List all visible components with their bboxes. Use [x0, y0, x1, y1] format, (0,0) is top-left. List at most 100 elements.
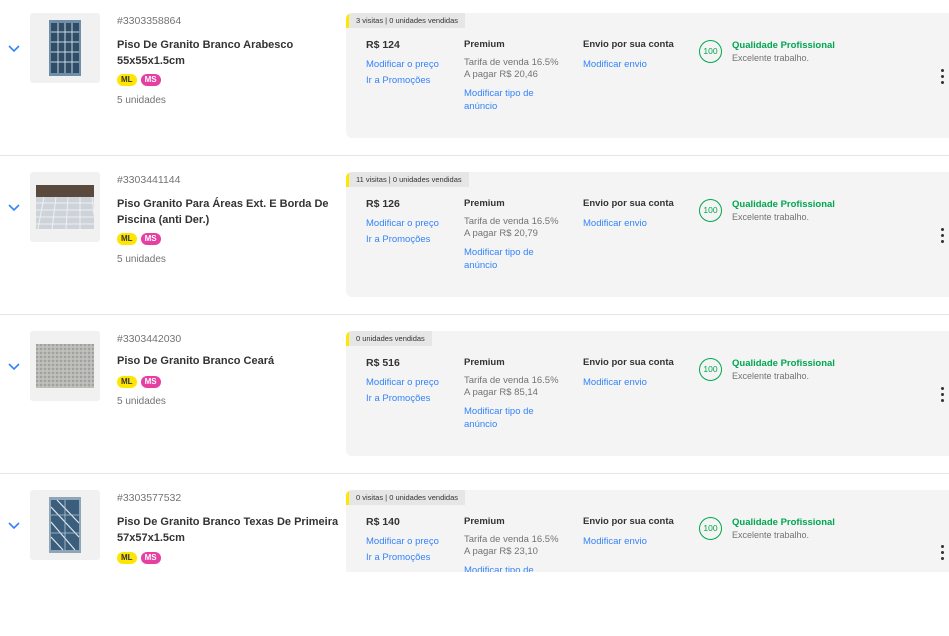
quality-title: Qualidade Profissional: [732, 199, 835, 210]
row-divider: [0, 314, 949, 315]
quality-subtitle: Excelente trabalho.: [732, 53, 810, 63]
listing-row: #3303441144 Piso Granito Para Áreas Ext.…: [0, 159, 949, 318]
listing-sku: #3303577532: [117, 492, 182, 504]
row-divider: [0, 155, 949, 156]
listing-type: Premium: [464, 516, 505, 527]
more-options-icon[interactable]: [936, 387, 948, 405]
listing-title[interactable]: Piso De Granito Branco Ceará: [117, 353, 339, 369]
amount-to-pay: A pagar R$ 85,14: [464, 387, 538, 398]
shipping-label: Envio por sua conta: [583, 198, 674, 209]
listing-row: #3303577532 Piso De Granito Branco Texas…: [0, 477, 949, 636]
listing-details-panel: 0 visitas | 0 unidades vendidas R$ 140 M…: [346, 490, 949, 572]
ml-badge: ML: [117, 74, 137, 86]
promotions-link[interactable]: Ir a Promoções: [366, 233, 430, 246]
shipping-label: Envio por sua conta: [583, 516, 674, 527]
ms-badge: MS: [140, 552, 161, 564]
visits-summary: 0 visitas | 0 unidades vendidas: [346, 490, 466, 505]
product-thumbnail[interactable]: [30, 13, 100, 83]
promotions-link[interactable]: Ir a Promoções: [366, 74, 430, 87]
listing-row: #3303442030 Piso De Granito Branco Ceará…: [0, 318, 949, 477]
stock-units: 5 unidades: [117, 396, 166, 407]
edit-listing-type-link[interactable]: Modificar tipo de anúncio: [464, 87, 559, 113]
stock-units: 5 unidades: [117, 254, 166, 265]
listing-badges: ML MS: [117, 376, 161, 388]
amount-to-pay: A pagar R$ 20,46: [464, 69, 538, 80]
sale-fee: Tarifa de venda 16.5%: [464, 375, 559, 386]
listing-sku: #3303441144: [117, 174, 181, 186]
quality-score: 100: [699, 40, 722, 63]
quality-title: Qualidade Profissional: [732, 40, 835, 51]
stock-units: 5 unidades: [117, 95, 166, 106]
visits-summary: 0 unidades vendidas: [346, 331, 432, 346]
quality-score: 100: [699, 199, 722, 222]
quality-title: Qualidade Profissional: [732, 517, 835, 528]
product-thumbnail[interactable]: [30, 172, 100, 242]
quality-score: 100: [699, 517, 722, 540]
ms-badge: MS: [140, 376, 161, 388]
edit-price-link[interactable]: Modificar o preço: [366, 376, 439, 389]
sale-fee: Tarifa de venda 16.5%: [464, 57, 559, 68]
shipping-label: Envio por sua conta: [583, 39, 674, 50]
edit-listing-type-link[interactable]: Modificar tipo de anúncio: [464, 405, 559, 431]
quality-title: Qualidade Profissional: [732, 358, 835, 369]
quality-subtitle: Excelente trabalho.: [732, 530, 810, 540]
row-divider: [0, 473, 949, 474]
sale-fee: Tarifa de venda 16.5%: [464, 534, 559, 545]
visits-summary: 11 visitas | 0 unidades vendidas: [346, 172, 469, 187]
promotions-link[interactable]: Ir a Promoções: [366, 392, 430, 405]
visits-summary: 3 visitas | 0 unidades vendidas: [346, 13, 466, 28]
promotions-link[interactable]: Ir a Promoções: [366, 551, 430, 564]
price: R$ 140: [366, 516, 400, 528]
product-thumbnail[interactable]: [30, 490, 100, 560]
listing-row: #3303358864 Piso De Granito Branco Arabe…: [0, 0, 949, 159]
edit-shipping-link[interactable]: Modificar envio: [583, 535, 647, 548]
edit-price-link[interactable]: Modificar o preço: [366, 217, 439, 230]
listing-title[interactable]: Piso De Granito Branco Texas De Primeira…: [117, 514, 339, 546]
listing-type: Premium: [464, 357, 505, 368]
more-options-icon[interactable]: [936, 228, 948, 246]
chevron-down-icon[interactable]: [6, 517, 22, 533]
quality-subtitle: Excelente trabalho.: [732, 212, 810, 222]
listing-type: Premium: [464, 39, 505, 50]
quality-subtitle: Excelente trabalho.: [732, 371, 810, 381]
listing-details-panel: 11 visitas | 0 unidades vendidas R$ 126 …: [346, 172, 949, 297]
amount-to-pay: A pagar R$ 23,10: [464, 546, 538, 557]
quality-score: 100: [699, 358, 722, 381]
more-options-icon[interactable]: [936, 69, 948, 87]
listing-sku: #3303442030: [117, 333, 182, 345]
ml-badge: ML: [117, 376, 137, 388]
shipping-label: Envio por sua conta: [583, 357, 674, 368]
listing-sku: #3303358864: [117, 15, 182, 27]
product-image: [36, 344, 94, 388]
product-image: [49, 20, 81, 76]
edit-price-link[interactable]: Modificar o preço: [366, 535, 439, 548]
ml-badge: ML: [117, 552, 137, 564]
listing-badges: ML MS: [117, 552, 161, 564]
listing-title[interactable]: Piso De Granito Branco Arabesco 55x55x1.…: [117, 37, 339, 69]
chevron-down-icon[interactable]: [6, 358, 22, 374]
product-thumbnail[interactable]: [30, 331, 100, 401]
edit-shipping-link[interactable]: Modificar envio: [583, 217, 647, 230]
listing-title[interactable]: Piso Granito Para Áreas Ext. E Borda De …: [117, 196, 339, 228]
chevron-down-icon[interactable]: [6, 40, 22, 56]
ms-badge: MS: [140, 74, 161, 86]
price: R$ 516: [366, 357, 400, 369]
edit-shipping-link[interactable]: Modificar envio: [583, 376, 647, 389]
edit-listing-type-link[interactable]: Modificar tipo de: [464, 564, 559, 572]
product-image: [49, 497, 81, 553]
listing-details-panel: 3 visitas | 0 unidades vendidas R$ 124 M…: [346, 13, 949, 138]
listing-badges: ML MS: [117, 233, 161, 245]
sale-fee: Tarifa de venda 16.5%: [464, 216, 559, 227]
edit-price-link[interactable]: Modificar o preço: [366, 58, 439, 71]
price: R$ 126: [366, 198, 400, 210]
edit-listing-type-link[interactable]: Modificar tipo de anúncio: [464, 246, 559, 272]
product-image: [36, 185, 94, 229]
amount-to-pay: A pagar R$ 20,79: [464, 228, 538, 239]
edit-shipping-link[interactable]: Modificar envio: [583, 58, 647, 71]
chevron-down-icon[interactable]: [6, 199, 22, 215]
listing-type: Premium: [464, 198, 505, 209]
more-options-icon[interactable]: [936, 545, 948, 563]
listing-details-panel: 0 unidades vendidas R$ 516 Modificar o p…: [346, 331, 949, 456]
ms-badge: MS: [140, 233, 161, 245]
listing-badges: ML MS: [117, 74, 161, 86]
